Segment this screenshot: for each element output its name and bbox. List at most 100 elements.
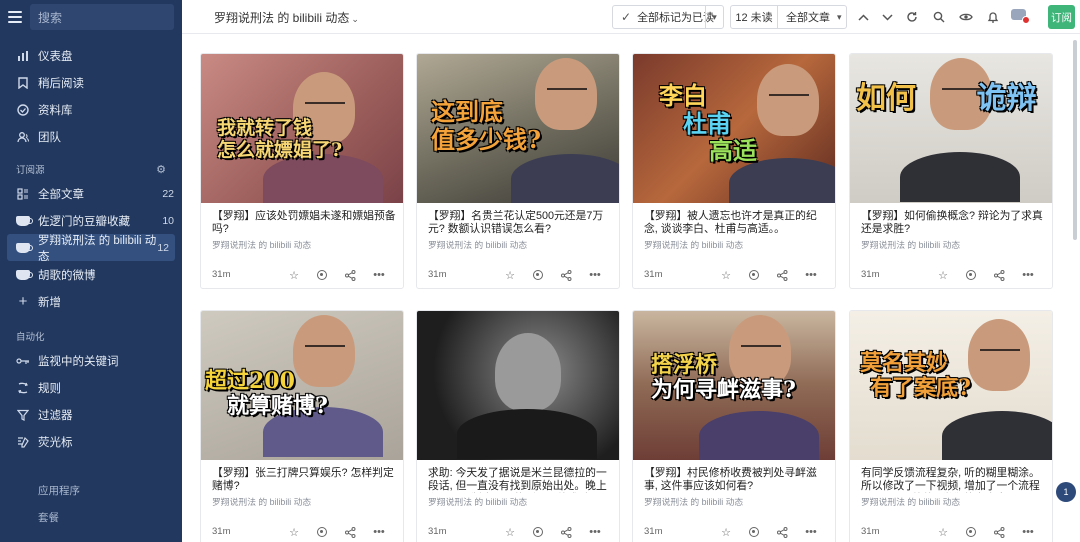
- share-icon[interactable]: [343, 268, 357, 282]
- sidebar-item-highlights[interactable]: 荧光标: [0, 428, 182, 455]
- sidebar-item-filters[interactable]: 过滤器: [0, 401, 182, 428]
- sidebar-item-luoxiang-feed[interactable]: 罗翔说刑法 的 bilibili 动态 12: [7, 234, 175, 263]
- gear-icon[interactable]: ⚙: [156, 163, 166, 176]
- sidebar-footer-plans[interactable]: 套餐: [0, 504, 182, 531]
- sidebar: 搜索 仪表盘 稍后阅读 资料库 团队 订阅源 ⚙ 全部文章 22 佐逻门的豆瓣收…: [0, 0, 182, 542]
- sidebar-item-keywords[interactable]: 监视中的关键词: [0, 347, 182, 374]
- shirt-figure: [457, 409, 597, 459]
- scrollbar[interactable]: [1073, 40, 1077, 240]
- chevron-up-icon[interactable]: [854, 8, 872, 26]
- share-icon[interactable]: [343, 525, 357, 539]
- star-icon[interactable]: ☆: [936, 268, 950, 282]
- chevron-down-icon[interactable]: ▾: [705, 6, 723, 28]
- sidebar-item-label: 团队: [38, 131, 61, 144]
- article-card[interactable]: 求助: 今天发了据说是米兰昆德拉的一段话, 但一直没有找到原始出处。晚上翻了几个…: [416, 310, 620, 542]
- filter-icon: [16, 408, 30, 422]
- card-title[interactable]: 有同学反馈流程复杂, 听的糊里糊涂。所以修改了一下视频, 增加了一个流程图03:…: [861, 467, 1045, 493]
- sidebar-item-douban-feed[interactable]: 佐逻门的豆瓣收藏 10: [0, 207, 182, 234]
- more-icon[interactable]: •••: [588, 525, 602, 539]
- sidebar-item-label: 仪表盘: [38, 50, 73, 63]
- chevron-down-icon[interactable]: [878, 8, 896, 26]
- more-icon[interactable]: •••: [804, 525, 818, 539]
- article-card[interactable]: 我就转了钱 怎么就嫖娼了? 【罗翔】应该处罚嫖娼未遂和嫖娼预备吗? 罗翔说刑法 …: [200, 53, 404, 289]
- unread-filter-button[interactable]: 12 未读: [731, 6, 778, 28]
- avatar[interactable]: [1011, 9, 1030, 24]
- refresh-icon[interactable]: [903, 8, 921, 26]
- share-icon[interactable]: [775, 268, 789, 282]
- shirt-figure: [511, 154, 619, 203]
- card-title[interactable]: 【罗翔】被人遗忘也许才是真正的纪念, 谈谈李白、杜甫与高适。。: [644, 210, 828, 236]
- card-title[interactable]: 【罗翔】张三打牌只算娱乐? 怎样判定赌博?: [212, 467, 396, 493]
- more-icon[interactable]: •••: [588, 268, 602, 282]
- sidebar-item-all-articles[interactable]: 全部文章 22: [0, 180, 182, 207]
- more-icon[interactable]: •••: [804, 268, 818, 282]
- sidebar-item-read-later[interactable]: 稍后阅读: [0, 69, 182, 96]
- bell-icon[interactable]: [984, 8, 1002, 26]
- star-icon[interactable]: ☆: [719, 268, 733, 282]
- rules-icon: [16, 381, 30, 395]
- star-icon[interactable]: ☆: [503, 268, 517, 282]
- star-icon[interactable]: ☆: [503, 525, 517, 539]
- mark-all-read-button[interactable]: ✓ 全部标记为已读 ▾: [612, 5, 724, 29]
- page-title[interactable]: 罗翔说刑法 的 bilibili 动态 ⌄: [214, 9, 359, 26]
- card-footer: 31m ☆ •••: [861, 525, 1045, 539]
- chevron-down-icon[interactable]: ▾: [837, 12, 842, 23]
- eye-icon[interactable]: [957, 8, 975, 26]
- read-later-icon[interactable]: [315, 268, 329, 282]
- sidebar-item-huge-weibo[interactable]: 胡歌的微博: [0, 261, 182, 288]
- read-later-icon[interactable]: [747, 525, 761, 539]
- menu-icon[interactable]: [8, 11, 22, 23]
- caption-line: 高适: [709, 136, 757, 166]
- notification-badge[interactable]: 1: [1056, 482, 1076, 502]
- sidebar-item-add-feed[interactable]: + 新增: [0, 288, 182, 315]
- more-icon[interactable]: •••: [372, 268, 386, 282]
- card-title[interactable]: 【罗翔】如何偷换概念? 辩论为了求真还是求胜?: [861, 210, 1045, 236]
- article-card[interactable]: 超过200 就算赌博? 【罗翔】张三打牌只算娱乐? 怎样判定赌博? 罗翔说刑法 …: [200, 310, 404, 542]
- share-icon[interactable]: [775, 525, 789, 539]
- sidebar-item-dashboard[interactable]: 仪表盘: [0, 42, 182, 69]
- article-card[interactable]: 李白 杜甫 高适 【罗翔】被人遗忘也许才是真正的纪念, 谈谈李白、杜甫与高适。。…: [632, 53, 836, 289]
- read-later-icon[interactable]: [964, 525, 978, 539]
- article-card[interactable]: 这到底 值多少钱? 【罗翔】名贵兰花认定500元还是7万元? 数额认识错误怎么看…: [416, 53, 620, 289]
- article-card[interactable]: 如何 诡辩 【罗翔】如何偷换概念? 辩论为了求真还是求胜? 罗翔说刑法 的 bi…: [849, 53, 1053, 289]
- highlight-icon: [16, 435, 30, 449]
- share-icon[interactable]: [992, 268, 1006, 282]
- subscribe-button[interactable]: 订阅: [1048, 5, 1075, 29]
- caption-line: 为何寻衅滋事?: [651, 377, 796, 404]
- sidebar-item-label: 新增: [38, 296, 61, 309]
- card-title[interactable]: 求助: 今天发了据说是米兰昆德拉的一段话, 但一直没有找到原始出处。晚上翻了几个…: [428, 467, 612, 493]
- sidebar-item-rules[interactable]: 规则: [0, 374, 182, 401]
- sidebar-item-library[interactable]: 资料库: [0, 96, 182, 123]
- sidebar-footer-apps[interactable]: 应用程序: [0, 477, 182, 504]
- all-articles-select[interactable]: 全部文章: [778, 9, 830, 25]
- caption-line: 李白: [659, 81, 707, 110]
- article-card[interactable]: 莫名其妙 有了案底? 有同学反馈流程复杂, 听的糊里糊涂。所以修改了一下视频, …: [849, 310, 1053, 542]
- card-title[interactable]: 【罗翔】应该处罚嫖娼未遂和嫖娼预备吗?: [212, 210, 396, 236]
- read-later-icon[interactable]: [531, 525, 545, 539]
- star-icon[interactable]: ☆: [287, 268, 301, 282]
- share-icon[interactable]: [992, 525, 1006, 539]
- card-title[interactable]: 【罗翔】名贵兰花认定500元还是7万元? 数额认识错误怎么看?: [428, 210, 612, 236]
- search-input[interactable]: 搜索: [30, 4, 174, 30]
- thumbnail-caption: 莫名其妙 有了案底?: [860, 350, 971, 402]
- card-title[interactable]: 【罗翔】村民修桥收费被判处寻衅滋事, 这件事应该如何看?: [644, 467, 828, 493]
- star-icon[interactable]: ☆: [287, 525, 301, 539]
- read-later-icon[interactable]: [747, 268, 761, 282]
- unread-count: 12: [157, 241, 169, 254]
- sidebar-item-team[interactable]: 团队: [0, 123, 182, 150]
- bookmark-icon: [16, 76, 30, 90]
- read-later-icon[interactable]: [315, 525, 329, 539]
- checkmark-icon: ✓: [621, 10, 632, 24]
- read-later-icon[interactable]: [531, 268, 545, 282]
- more-icon[interactable]: •••: [1021, 268, 1035, 282]
- star-icon[interactable]: ☆: [936, 525, 950, 539]
- share-icon[interactable]: [559, 525, 573, 539]
- more-icon[interactable]: •••: [372, 525, 386, 539]
- more-icon[interactable]: •••: [1021, 525, 1035, 539]
- search-icon[interactable]: [930, 8, 948, 26]
- share-icon[interactable]: [559, 268, 573, 282]
- read-later-icon[interactable]: [964, 268, 978, 282]
- article-card[interactable]: 搭浮桥 为何寻衅滋事? 【罗翔】村民修桥收费被判处寻衅滋事, 这件事应该如何看?…: [632, 310, 836, 542]
- caption-line: 怎么就嫖娼了?: [217, 138, 343, 161]
- star-icon[interactable]: ☆: [719, 525, 733, 539]
